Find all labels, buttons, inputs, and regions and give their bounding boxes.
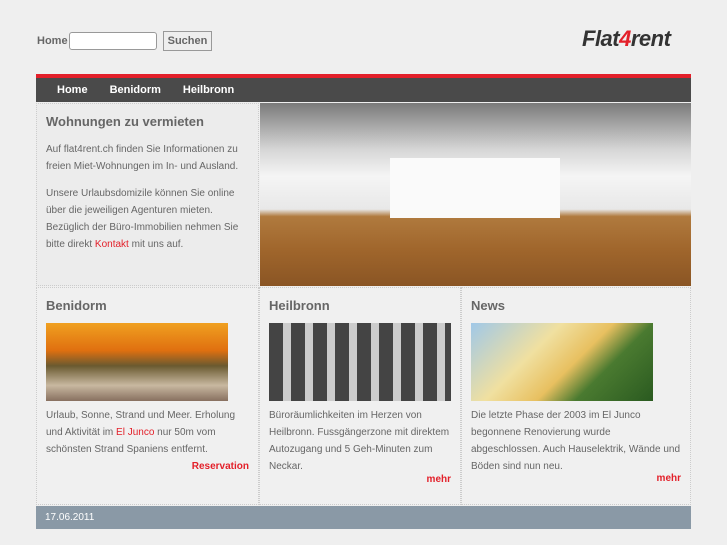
contact-link[interactable]: Kontakt — [95, 239, 129, 250]
main-nav: Home Benidorm Heilbronn — [36, 78, 691, 102]
heilbronn-image — [269, 323, 451, 401]
hero-image — [260, 103, 691, 286]
news-image — [471, 323, 653, 401]
reservation-link[interactable]: Reservation — [192, 461, 249, 472]
column-text: Büroräumlichkeiten im Herzen von Heilbro… — [269, 410, 450, 472]
intro-title: Wohnungen zu vermieten — [46, 114, 204, 129]
heilbronn-more-link[interactable]: mehr — [427, 474, 451, 485]
column-title: Benidorm — [46, 298, 107, 313]
column-title: News — [471, 298, 505, 313]
column-text: Urlaub, Sonne, Strand und Meer. Erholung… — [46, 407, 249, 458]
column-text: Die letzte Phase der 2003 im El Junco be… — [471, 410, 681, 472]
news-more-link[interactable]: mehr — [657, 473, 681, 484]
text: mit uns auf. — [128, 239, 184, 250]
intro-text-2: Unsere Urlaubsdomizile können Sie online… — [46, 185, 249, 253]
search-input[interactable] — [69, 32, 157, 50]
footer-date: 17.06.2011 — [45, 512, 95, 523]
logo-text: 4 — [619, 26, 631, 51]
intro-panel: Wohnungen zu vermieten Auf flat4rent.ch … — [36, 103, 259, 286]
intro-text: Auf flat4rent.ch finden Sie Informatione… — [46, 144, 239, 172]
logo-text: rent — [630, 26, 671, 51]
heilbronn-column: Heilbronn Büroräumlichkeiten im Herzen v… — [259, 287, 461, 505]
column-title: Heilbronn — [269, 298, 330, 313]
nav-home[interactable]: Home — [57, 78, 88, 102]
logo[interactable]: Flat4rent — [582, 26, 671, 52]
search-button[interactable]: Suchen — [163, 31, 212, 51]
benidorm-column: Benidorm Urlaub, Sonne, Strand und Meer.… — [36, 287, 259, 505]
news-column: News Die letzte Phase der 2003 im El Jun… — [461, 287, 691, 505]
el-junco-link[interactable]: El Junco — [116, 427, 154, 438]
nav-heilbronn[interactable]: Heilbronn — [183, 78, 234, 102]
nav-benidorm[interactable]: Benidorm — [110, 78, 161, 102]
benidorm-image — [46, 323, 228, 401]
home-link[interactable]: Home — [37, 35, 68, 47]
footer: 17.06.2011 — [36, 506, 691, 529]
logo-text: Flat — [582, 26, 620, 51]
